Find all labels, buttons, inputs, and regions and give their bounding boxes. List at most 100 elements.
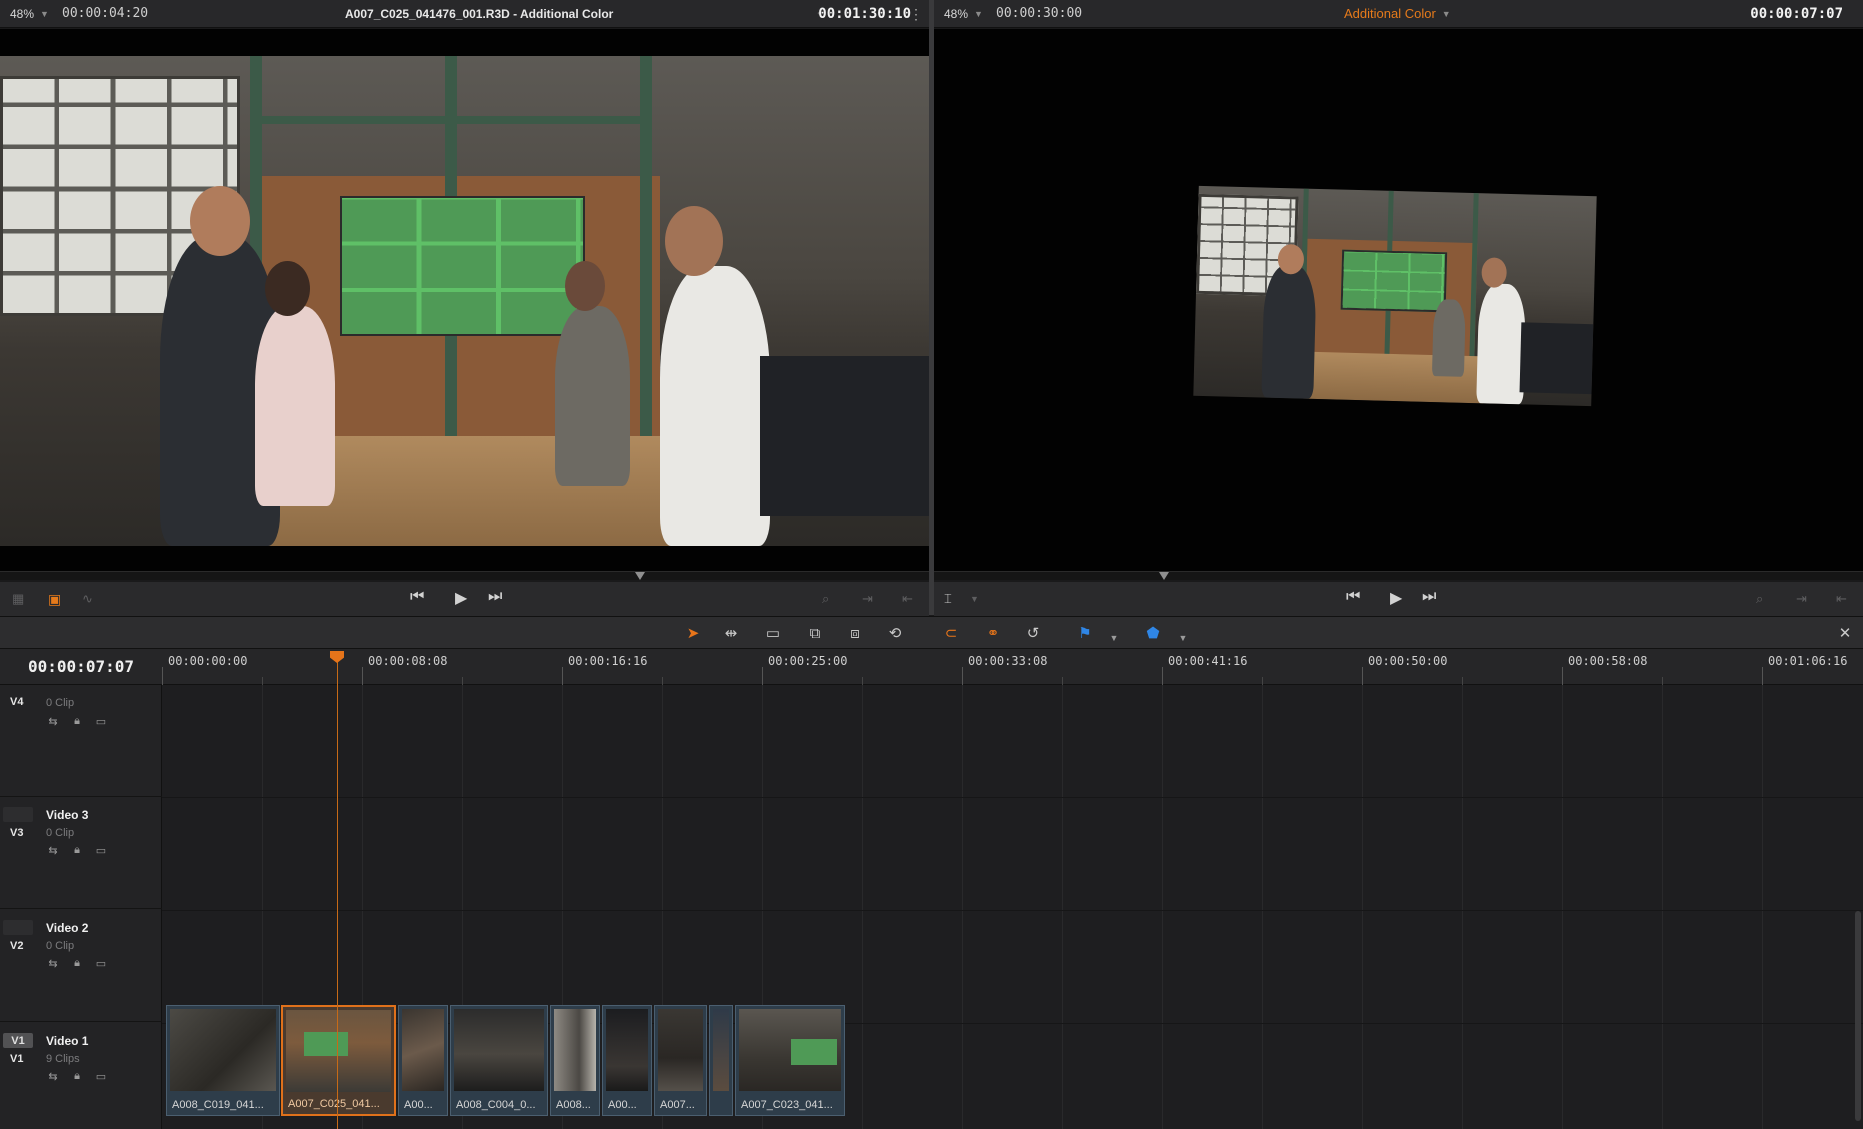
timeline-clip[interactable]: A008_C019_041... xyxy=(166,1005,280,1116)
timeline-clip[interactable]: A007_C023_041... xyxy=(735,1005,845,1116)
track-clip-count: 9 Clips xyxy=(46,1053,80,1065)
clip-thumbnail xyxy=(658,1009,703,1091)
track-header-v1[interactable]: V1 Video 1 V1 9 Clips ⇆ 🔒︎ ▭ xyxy=(0,1023,162,1129)
timeline-current-timecode: 00:00:07:07 xyxy=(0,649,162,685)
clip-label: A008_C019_041... xyxy=(172,1099,264,1111)
skip-forward-icon[interactable]: ⏭ xyxy=(488,588,502,606)
grid-view-icon[interactable]: ▦ xyxy=(12,591,24,607)
mark-in-icon[interactable]: ⇤ xyxy=(902,591,913,607)
track-name[interactable]: Video 3 xyxy=(46,808,88,822)
playhead-line xyxy=(337,657,338,1129)
lock-icon[interactable]: 🔒︎ xyxy=(70,957,84,970)
ruler-label: 00:00:08:08 xyxy=(368,654,448,668)
audio-waveform-icon[interactable]: ∿ xyxy=(82,591,93,607)
ruler-label: 00:00:41:16 xyxy=(1168,654,1248,668)
clip-thumbnail xyxy=(739,1009,841,1091)
timeline-area[interactable]: 00:00:00:00 00:00:08:08 00:00:16:16 00:0… xyxy=(162,649,1863,1129)
source-scrub-handle[interactable] xyxy=(635,572,645,580)
timeline-scrubber[interactable] xyxy=(934,571,1863,580)
track-enable-icon[interactable]: ▭ xyxy=(94,957,108,970)
timeline-transport-bar: ⌶ ▼ ⏮ ▶ ⏭ ⌕ ⇥ ⇤ xyxy=(934,582,1863,616)
destination-button[interactable] xyxy=(3,807,33,822)
timeline-clip[interactable] xyxy=(709,1005,733,1116)
clip-thumbnail xyxy=(454,1009,544,1091)
settings-tools-icon[interactable]: ✕ xyxy=(1832,622,1858,644)
track-enable-icon[interactable]: ▭ xyxy=(94,715,108,728)
mark-out-icon[interactable]: ⇥ xyxy=(862,591,873,607)
timeline-zoom-dropdown[interactable]: 48% ▼ xyxy=(934,7,984,21)
timeline-clip[interactable]: A007... xyxy=(654,1005,707,1116)
timeline-clip[interactable]: A00... xyxy=(602,1005,652,1116)
flag-icon[interactable]: ⚑ xyxy=(1072,622,1098,644)
track-controls: ⇆ 🔒︎ ▭ xyxy=(46,715,108,728)
arrow-pointer-icon[interactable]: ➤ xyxy=(680,622,706,644)
viewer-mode-dropdown[interactable]: Additional Color ▼ xyxy=(1344,6,1451,21)
timeline-viewer[interactable] xyxy=(934,29,1863,580)
auto-select-icon[interactable]: ⇆ xyxy=(46,715,60,728)
track-controls: ⇆ 🔒︎ ▭ xyxy=(46,1070,108,1083)
source-zoom-dropdown[interactable]: 48% ▼ xyxy=(0,7,50,21)
track-name[interactable]: Video 2 xyxy=(46,921,88,935)
lock-icon[interactable]: 🔒︎ xyxy=(70,1070,84,1083)
insert-clip-icon[interactable]: ⧉ xyxy=(802,622,828,644)
marker-icon[interactable]: ⬟ xyxy=(1140,622,1166,644)
skip-back-icon[interactable]: ⏮ xyxy=(1346,588,1360,606)
skip-forward-icon[interactable]: ⏭ xyxy=(1422,588,1436,606)
auto-select-icon[interactable]: ⇆ xyxy=(46,1070,60,1083)
film-strip-icon[interactable]: ▣ xyxy=(48,591,61,608)
trim-icon[interactable]: ⇹ xyxy=(718,622,744,644)
clip-label: A00... xyxy=(404,1099,433,1111)
lock-icon[interactable]: 🔒︎ xyxy=(70,844,84,857)
lock-icon[interactable]: 🔒︎ xyxy=(70,715,84,728)
play-icon[interactable]: ▶ xyxy=(1390,588,1402,608)
scene-image xyxy=(0,56,929,546)
timeline-ruler[interactable]: 00:00:00:00 00:00:08:08 00:00:16:16 00:0… xyxy=(162,649,1863,685)
chevron-down-icon[interactable]: ▼ xyxy=(1107,627,1121,649)
mark-in-icon[interactable]: ⇤ xyxy=(1836,591,1847,607)
chevron-down-icon[interactable]: ▼ xyxy=(1176,627,1190,649)
timeline-clip[interactable]: A008_C004_0... xyxy=(450,1005,548,1116)
chevron-down-icon[interactable]: ▼ xyxy=(970,594,979,604)
track-name[interactable]: Video 1 xyxy=(46,1034,88,1048)
skip-back-icon[interactable]: ⏮ xyxy=(410,588,424,606)
track-enable-icon[interactable]: ▭ xyxy=(94,844,108,857)
timeline-viewer-timecode: 00:00:07:07 xyxy=(1750,5,1843,22)
source-scrubber[interactable] xyxy=(0,571,929,580)
overwrite-clip-icon[interactable]: ⧈ xyxy=(842,622,868,644)
source-menu-icon[interactable]: ⋮ xyxy=(909,7,923,21)
replace-clip-icon[interactable]: ⟲ xyxy=(882,622,908,644)
source-viewer[interactable] xyxy=(0,29,929,580)
track-header-v2[interactable]: Video 2 V2 0 Clip ⇆ 🔒︎ ▭ xyxy=(0,910,162,1022)
track-header-v3[interactable]: Video 3 V3 0 Clip ⇆ 🔒︎ ▭ xyxy=(0,797,162,909)
viewer-mode-label: Additional Color xyxy=(1344,6,1436,21)
mark-out-icon[interactable]: ⇥ xyxy=(1796,591,1807,607)
clip-label: A007_C025_041... xyxy=(288,1098,380,1110)
viewer-overlay-icon[interactable]: ⌶ xyxy=(944,591,952,607)
destination-button[interactable] xyxy=(3,920,33,935)
track-header-v4[interactable]: V4 0 Clip ⇆ 🔒︎ ▭ xyxy=(0,685,162,797)
timeline-clip-selected[interactable]: A007_C025_041... xyxy=(281,1005,396,1116)
timeline-clip[interactable]: A00... xyxy=(398,1005,448,1116)
auto-select-icon[interactable]: ⇆ xyxy=(46,957,60,970)
ruler-label: 00:00:50:00 xyxy=(1368,654,1448,668)
destination-button[interactable]: V1 xyxy=(3,1033,33,1048)
track-clip-count: 0 Clip xyxy=(46,827,75,839)
clip-thumbnail xyxy=(713,1009,729,1091)
match-frame-icon[interactable]: ⌕ xyxy=(822,591,829,607)
match-frame-icon[interactable]: ⌕ xyxy=(1756,591,1763,607)
source-timecode: 00:01:30:10 xyxy=(818,5,911,22)
link-icon[interactable]: ⚭ xyxy=(980,622,1006,644)
loop-icon[interactable]: ↺ xyxy=(1020,622,1046,644)
timeline-vertical-scrollbar[interactable] xyxy=(1855,911,1861,1121)
source-transport-bar: ▦ ▣ ∿ ⏮ ▶ ⏭ ⌕ ⇥ ⇤ xyxy=(0,582,929,616)
edit-toolbar: ➤ ⇹ ▭ ⧉ ⧈ ⟲ ⊂ ⚭ ↺ ⚑ ▼ ⬟ ▼ ✕ xyxy=(0,616,1863,649)
play-icon[interactable]: ▶ xyxy=(455,588,467,608)
track-controls: ⇆ 🔒︎ ▭ xyxy=(46,957,108,970)
chevron-down-icon: ▼ xyxy=(1441,8,1451,19)
timeline-clip[interactable]: A008... xyxy=(550,1005,600,1116)
auto-select-icon[interactable]: ⇆ xyxy=(46,844,60,857)
blade-icon[interactable]: ▭ xyxy=(760,622,786,644)
snap-icon[interactable]: ⊂ xyxy=(938,622,964,644)
track-enable-icon[interactable]: ▭ xyxy=(94,1070,108,1083)
timeline-scrub-handle[interactable] xyxy=(1159,572,1169,580)
